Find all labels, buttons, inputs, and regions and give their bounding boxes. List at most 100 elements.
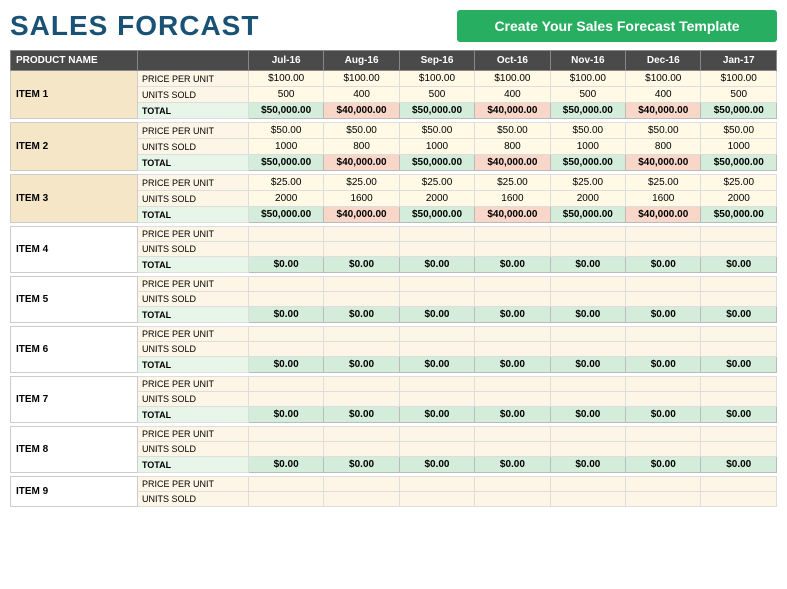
price-cell[interactable] [626,277,701,292]
units-cell[interactable] [248,442,323,457]
price-cell[interactable] [475,477,550,492]
price-cell[interactable] [550,427,625,442]
price-cell[interactable] [701,227,777,242]
units-cell[interactable]: 1000 [701,139,777,155]
units-cell[interactable] [701,492,777,507]
price-cell[interactable]: $25.00 [475,175,550,191]
units-cell[interactable] [399,292,474,307]
units-cell[interactable] [701,292,777,307]
units-cell[interactable] [324,342,399,357]
price-cell[interactable]: $50.00 [399,123,474,139]
price-cell[interactable] [626,477,701,492]
units-cell[interactable] [248,392,323,407]
price-cell[interactable] [248,427,323,442]
price-cell[interactable]: $50.00 [701,123,777,139]
price-cell[interactable] [550,477,625,492]
price-cell[interactable] [324,377,399,392]
units-cell[interactable] [626,392,701,407]
units-cell[interactable]: 400 [475,87,550,103]
units-cell[interactable] [475,292,550,307]
units-cell[interactable]: 1000 [550,139,625,155]
price-cell[interactable]: $100.00 [324,71,399,87]
price-cell[interactable] [475,227,550,242]
units-cell[interactable] [324,242,399,257]
price-cell[interactable] [701,477,777,492]
units-cell[interactable] [399,392,474,407]
units-cell[interactable] [701,342,777,357]
price-cell[interactable] [626,327,701,342]
price-cell[interactable]: $25.00 [248,175,323,191]
units-cell[interactable]: 800 [324,139,399,155]
price-cell[interactable]: $100.00 [550,71,625,87]
price-cell[interactable]: $25.00 [324,175,399,191]
units-cell[interactable] [626,492,701,507]
price-cell[interactable] [701,377,777,392]
units-cell[interactable] [550,292,625,307]
units-cell[interactable]: 800 [626,139,701,155]
price-cell[interactable] [324,477,399,492]
price-cell[interactable]: $50.00 [475,123,550,139]
price-cell[interactable]: $50.00 [324,123,399,139]
units-cell[interactable] [248,292,323,307]
units-cell[interactable]: 500 [550,87,625,103]
units-cell[interactable]: 1600 [475,191,550,207]
price-cell[interactable] [475,427,550,442]
units-cell[interactable] [550,492,625,507]
price-cell[interactable] [701,327,777,342]
price-cell[interactable]: $25.00 [399,175,474,191]
price-cell[interactable]: $25.00 [550,175,625,191]
price-cell[interactable] [248,477,323,492]
price-cell[interactable]: $100.00 [399,71,474,87]
price-cell[interactable] [701,277,777,292]
price-cell[interactable] [324,277,399,292]
price-cell[interactable] [475,327,550,342]
units-cell[interactable] [701,442,777,457]
units-cell[interactable] [475,492,550,507]
price-cell[interactable] [248,327,323,342]
price-cell[interactable] [324,427,399,442]
price-cell[interactable] [248,277,323,292]
units-cell[interactable] [550,242,625,257]
units-cell[interactable]: 2000 [248,191,323,207]
units-cell[interactable] [626,242,701,257]
units-cell[interactable] [550,392,625,407]
units-cell[interactable] [475,342,550,357]
price-cell[interactable] [626,427,701,442]
units-cell[interactable] [475,442,550,457]
units-cell[interactable] [550,442,625,457]
units-cell[interactable]: 1600 [324,191,399,207]
units-cell[interactable] [701,392,777,407]
units-cell[interactable] [626,342,701,357]
price-cell[interactable] [550,277,625,292]
price-cell[interactable] [475,277,550,292]
units-cell[interactable] [324,492,399,507]
units-cell[interactable]: 500 [248,87,323,103]
units-cell[interactable] [248,242,323,257]
units-cell[interactable] [550,342,625,357]
units-cell[interactable] [399,342,474,357]
units-cell[interactable] [475,242,550,257]
units-cell[interactable]: 400 [626,87,701,103]
units-cell[interactable]: 2000 [701,191,777,207]
units-cell[interactable] [248,492,323,507]
price-cell[interactable]: $100.00 [701,71,777,87]
price-cell[interactable] [324,227,399,242]
units-cell[interactable]: 1000 [399,139,474,155]
price-cell[interactable] [399,477,474,492]
units-cell[interactable]: 1600 [626,191,701,207]
price-cell[interactable]: $50.00 [550,123,625,139]
price-cell[interactable] [248,227,323,242]
units-cell[interactable]: 2000 [550,191,625,207]
price-cell[interactable]: $50.00 [626,123,701,139]
units-cell[interactable]: 2000 [399,191,474,207]
price-cell[interactable] [701,427,777,442]
units-cell[interactable] [701,242,777,257]
price-cell[interactable] [248,377,323,392]
price-cell[interactable] [475,377,550,392]
price-cell[interactable] [626,227,701,242]
price-cell[interactable]: $100.00 [475,71,550,87]
units-cell[interactable] [399,492,474,507]
price-cell[interactable] [399,277,474,292]
price-cell[interactable]: $25.00 [626,175,701,191]
units-cell[interactable] [399,242,474,257]
